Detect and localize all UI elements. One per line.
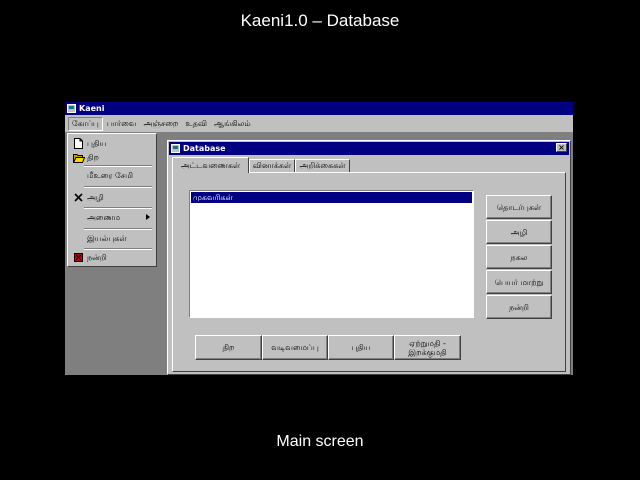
- file-menu-properties[interactable]: இயல்புகள்: [72, 232, 152, 245]
- list-item[interactable]: முகவரிகள்: [191, 192, 472, 203]
- close-button[interactable]: ×: [556, 143, 567, 152]
- tab-tables[interactable]: அட்டவணைகள்: [172, 157, 249, 173]
- menu-separator: [84, 228, 152, 230]
- tab-queries[interactable]: வினாக்கள்: [249, 159, 295, 172]
- file-menu-new[interactable]: புதிய: [72, 137, 152, 150]
- file-menu-exit[interactable]: நன்றி: [72, 251, 152, 264]
- menu-help[interactable]: உதவி: [182, 118, 210, 130]
- main-window-title: Kaeni: [79, 104, 105, 113]
- tables-listbox[interactable]: முகவரிகள்: [189, 190, 474, 318]
- database-titlebar[interactable]: Database ×: [169, 142, 569, 155]
- slide-title: Kaeni1.0 – Database: [240, 11, 400, 30]
- database-window-title: Database: [183, 144, 226, 153]
- delete-x-icon: [72, 193, 85, 202]
- menu-separator: [84, 207, 152, 209]
- menu-file[interactable]: கோப்பு: [68, 116, 103, 131]
- file-menu-save-changes[interactable]: மீஉரை சேமி: [72, 169, 152, 182]
- menu-separator: [84, 186, 152, 188]
- file-menu-delete-label: அழி: [87, 192, 104, 202]
- file-menu-page-setup-label: அணைம: [87, 212, 121, 222]
- open-button[interactable]: திற: [195, 335, 262, 360]
- new-button[interactable]: புதிய: [328, 335, 394, 360]
- exit-button[interactable]: நன்றி: [486, 295, 552, 319]
- relationships-button[interactable]: தொடர்புகள்: [486, 195, 552, 219]
- menu-view[interactable]: பார்வை: [104, 118, 140, 130]
- menu-separator: [84, 248, 152, 250]
- submenu-arrow-icon: [146, 214, 150, 220]
- file-menu-delete[interactable]: அழி: [72, 191, 152, 204]
- delete-button[interactable]: அழி: [486, 220, 552, 244]
- file-menu-open-label: திற: [87, 152, 99, 162]
- file-menu-properties-label: இயல்புகள்: [87, 233, 127, 243]
- file-menu-page-setup[interactable]: அணைம: [72, 211, 152, 224]
- menu-english[interactable]: ஆங்கிலம்: [211, 118, 254, 130]
- database-window-icon: [171, 144, 180, 153]
- copy-button[interactable]: நகல: [486, 245, 552, 269]
- main-titlebar[interactable]: Kaeni: [65, 102, 573, 115]
- menubar: கோப்பு பார்வை அஞ்சறை உதவி ஆங்கிலம்: [65, 115, 573, 133]
- rename-button[interactable]: பெயர் மாற்று: [486, 270, 552, 294]
- file-menu-new-label: புதிய: [87, 138, 107, 148]
- app-icon: [67, 104, 76, 113]
- tab-reports[interactable]: அறிக்கைகள்: [295, 159, 350, 172]
- slide-caption: Main screen: [276, 433, 364, 450]
- file-menu-exit-label: நன்றி: [87, 252, 107, 262]
- import-export-label-line1: ஏற்றுமதி -: [409, 338, 446, 348]
- menu-tools[interactable]: அஞ்சறை: [140, 118, 181, 130]
- file-menu-dropdown: புதிய திற மீஉரை சேமி அழி அணைம இயல்புகள் …: [67, 133, 157, 267]
- file-menu-save-changes-label: மீஉரை சேமி: [87, 170, 133, 180]
- menu-separator: [84, 165, 152, 167]
- file-menu-open[interactable]: திற: [72, 151, 152, 164]
- open-folder-icon: [72, 153, 85, 163]
- exit-icon: [72, 253, 85, 262]
- import-export-label-line2: இறக்குமதி: [408, 347, 447, 357]
- new-document-icon: [72, 138, 85, 149]
- import-export-button[interactable]: ஏற்றுமதி - இறக்குமதி: [394, 335, 461, 360]
- design-button[interactable]: வடிவமைப்பு: [262, 335, 328, 360]
